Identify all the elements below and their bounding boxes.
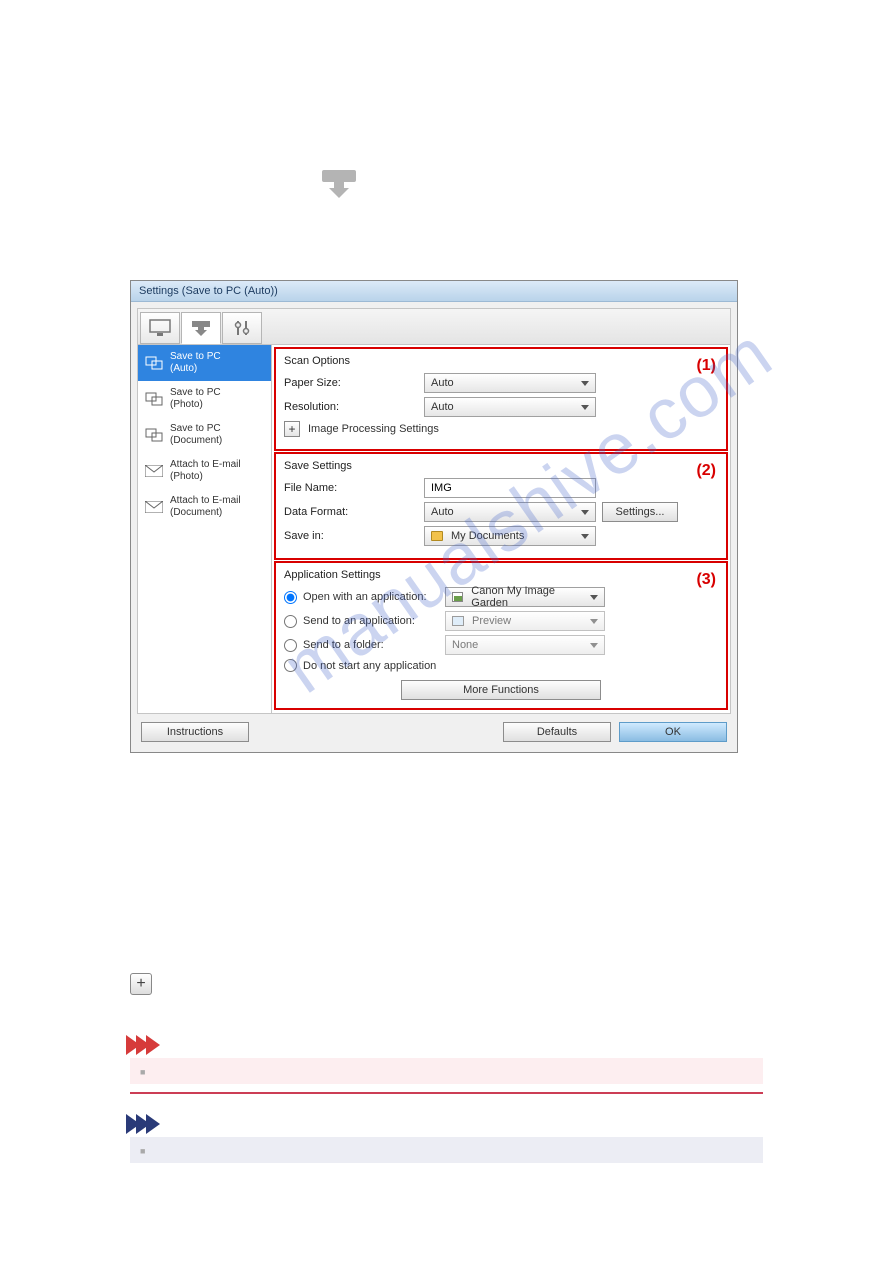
- bullet-icon: ■: [140, 1067, 145, 1077]
- pc-icon: [144, 391, 164, 407]
- section-title: Save Settings: [284, 460, 718, 472]
- filename-input[interactable]: [424, 478, 596, 498]
- send-app-radio[interactable]: [284, 615, 297, 628]
- resolution-dropdown[interactable]: Auto: [424, 397, 596, 417]
- paper-size-label: Paper Size:: [284, 377, 424, 389]
- download-icon-large: [320, 168, 358, 201]
- paper-size-dropdown[interactable]: Auto: [424, 373, 596, 393]
- app-icon: [452, 592, 463, 602]
- application-settings-section: (3) Application Settings Open with an ap…: [274, 561, 728, 710]
- savein-dropdown[interactable]: My Documents: [424, 526, 596, 546]
- tab-download[interactable]: [181, 312, 221, 344]
- arrow-red-icon: [130, 1035, 763, 1055]
- folder-icon: [431, 531, 443, 541]
- resolution-label: Resolution:: [284, 401, 424, 413]
- dialog-footer: Instructions Defaults OK: [137, 714, 731, 746]
- sidebar-item-mail-doc[interactable]: Attach to E-mail (Document): [138, 489, 271, 525]
- tabs-row: [137, 308, 731, 344]
- send-folder-radio[interactable]: [284, 639, 297, 652]
- section-title: Application Settings: [284, 569, 718, 581]
- open-with-label: Open with an application:: [303, 591, 439, 603]
- savein-value: My Documents: [451, 530, 524, 542]
- no-start-radio[interactable]: [284, 659, 297, 672]
- resolution-value: Auto: [431, 401, 454, 413]
- dialog-title: Settings (Save to PC (Auto)): [131, 281, 737, 302]
- sidebar: Save to PC (Auto) Save to PC (Photo) Sav…: [138, 345, 272, 713]
- section-title: Scan Options: [284, 355, 718, 367]
- send-folder-dropdown[interactable]: None: [445, 635, 605, 655]
- sidebar-item-label: Attach to E-mail (Photo): [170, 459, 241, 483]
- scan-options-section: (1) Scan Options Paper Size: Auto Resolu…: [274, 347, 728, 451]
- save-settings-section: (2) Save Settings File Name: Data Format…: [274, 452, 728, 560]
- section-number: (3): [696, 571, 716, 589]
- tab-settings[interactable]: [222, 312, 262, 344]
- sidebar-item-label: Save to PC (Document): [170, 423, 222, 447]
- sidebar-item-label: Attach to E-mail (Document): [170, 495, 241, 519]
- bullet-icon: ■: [140, 1146, 145, 1156]
- expand-button[interactable]: +: [284, 421, 300, 437]
- paper-size-value: Auto: [431, 377, 454, 389]
- sidebar-item-label: Save to PC (Auto): [170, 351, 221, 375]
- defaults-button[interactable]: Defaults: [503, 722, 611, 742]
- sidebar-item-save-photo[interactable]: Save to PC (Photo): [138, 381, 271, 417]
- ok-button[interactable]: OK: [619, 722, 727, 742]
- format-settings-button[interactable]: Settings...: [602, 502, 678, 522]
- sidebar-item-save-auto[interactable]: Save to PC (Auto): [138, 345, 271, 381]
- no-start-label: Do not start any application: [303, 660, 436, 672]
- section-number: (2): [696, 462, 716, 480]
- instructions-button[interactable]: Instructions: [141, 722, 249, 742]
- sidebar-item-mail-photo[interactable]: Attach to E-mail (Photo): [138, 453, 271, 489]
- savein-label: Save in:: [284, 530, 424, 542]
- dataformat-value: Auto: [431, 506, 454, 518]
- dataformat-dropdown[interactable]: Auto: [424, 502, 596, 522]
- mail-icon: [144, 499, 164, 515]
- mail-icon: [144, 463, 164, 479]
- plus-icon: +: [130, 973, 152, 995]
- section-number: (1): [696, 357, 716, 375]
- send-folder-value: None: [452, 639, 478, 651]
- settings-dialog: Settings (Save to PC (Auto)): [130, 280, 738, 753]
- dataformat-label: Data Format:: [284, 506, 424, 518]
- send-app-label: Send to an application:: [303, 615, 439, 627]
- more-functions-button[interactable]: More Functions: [401, 680, 601, 700]
- sidebar-item-label: Save to PC (Photo): [170, 387, 221, 411]
- open-with-value: Canon My Image Garden: [471, 585, 586, 609]
- image-processing-label: Image Processing Settings: [308, 423, 439, 435]
- send-folder-label: Send to a folder:: [303, 639, 439, 651]
- open-with-radio[interactable]: [284, 591, 297, 604]
- preview-icon: [452, 616, 464, 626]
- send-app-value: Preview: [472, 615, 511, 627]
- pc-icon: [144, 355, 164, 371]
- tab-monitor[interactable]: [140, 312, 180, 344]
- open-with-dropdown[interactable]: Canon My Image Garden: [445, 587, 605, 607]
- arrow-blue-icon: [130, 1114, 763, 1134]
- pc-icon: [144, 427, 164, 443]
- filename-label: File Name:: [284, 482, 424, 494]
- send-app-dropdown[interactable]: Preview: [445, 611, 605, 631]
- sidebar-item-save-doc[interactable]: Save to PC (Document): [138, 417, 271, 453]
